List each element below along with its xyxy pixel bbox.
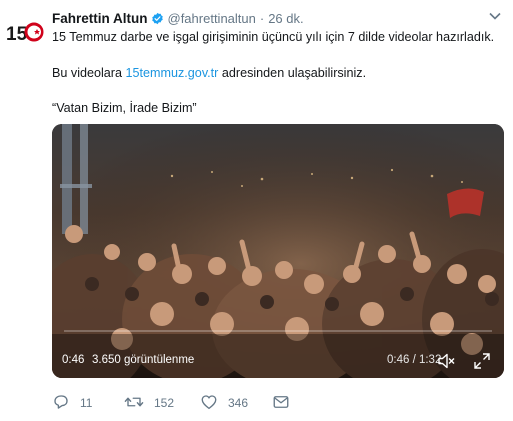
heart-icon [200, 393, 218, 414]
video-controls: 0:46 3.650 görüntülenme 0:46 / 1:32 [52, 344, 504, 378]
mute-icon[interactable] [436, 351, 456, 371]
reply-button[interactable]: 11 [52, 393, 92, 413]
video-player[interactable]: 0:46 3.650 görüntülenme 0:46 / 1:32 [52, 124, 504, 378]
svg-text:15: 15 [6, 24, 28, 45]
tweet-text-line-2: Bu videolara 15temmuz.gov.tr adresinden … [52, 65, 366, 81]
fullscreen-icon[interactable] [472, 351, 492, 371]
website-link[interactable]: 15temmuz.gov.tr [126, 66, 219, 80]
video-duration: 0:46 / 1:32 [387, 354, 442, 366]
reply-icon [52, 393, 70, 414]
retweet-button[interactable]: 152 [124, 393, 174, 413]
video-view-count: 3.650 görüntülenme [92, 354, 195, 366]
like-button[interactable]: 346 [200, 393, 248, 413]
video-progress-bar[interactable] [64, 330, 492, 332]
tweet-text-suffix: adresinden ulaşabilirsiniz. [221, 66, 367, 80]
tweet-text-line-1: 15 Temmuz darbe ve işgal girişiminin üçü… [52, 30, 495, 44]
direct-message-icon [272, 393, 290, 414]
tweet-actions: 11 152 346 [52, 393, 492, 413]
author-handle[interactable]: @fahrettinaltun [168, 11, 256, 26]
video-elapsed-time: 0:46 [62, 354, 85, 366]
like-count: 346 [228, 396, 249, 410]
reply-count: 11 [80, 396, 93, 410]
tweet-timestamp[interactable]: 26 dk. [268, 11, 303, 26]
separator-dot: · [259, 10, 265, 26]
tweet-text-prefix: Bu videolara [52, 66, 126, 80]
chevron-down-icon[interactable] [489, 12, 501, 20]
verified-badge-icon [151, 12, 164, 25]
video-frame [52, 124, 504, 378]
retweet-count: 152 [154, 396, 175, 410]
author-name[interactable]: Fahrettin Altun [52, 11, 148, 26]
tweet-quote-line: “Vatan Bizim, İrade Bizim” [52, 101, 197, 115]
tweet-header: Fahrettin Altun @fahrettinaltun · 26 dk. [52, 9, 304, 27]
avatar[interactable]: 15 [4, 10, 46, 52]
direct-message-button[interactable] [272, 393, 290, 413]
tweet: 15 Fahrettin Altun @fahrettinaltun · 26 … [0, 0, 513, 421]
retweet-icon [124, 393, 144, 414]
